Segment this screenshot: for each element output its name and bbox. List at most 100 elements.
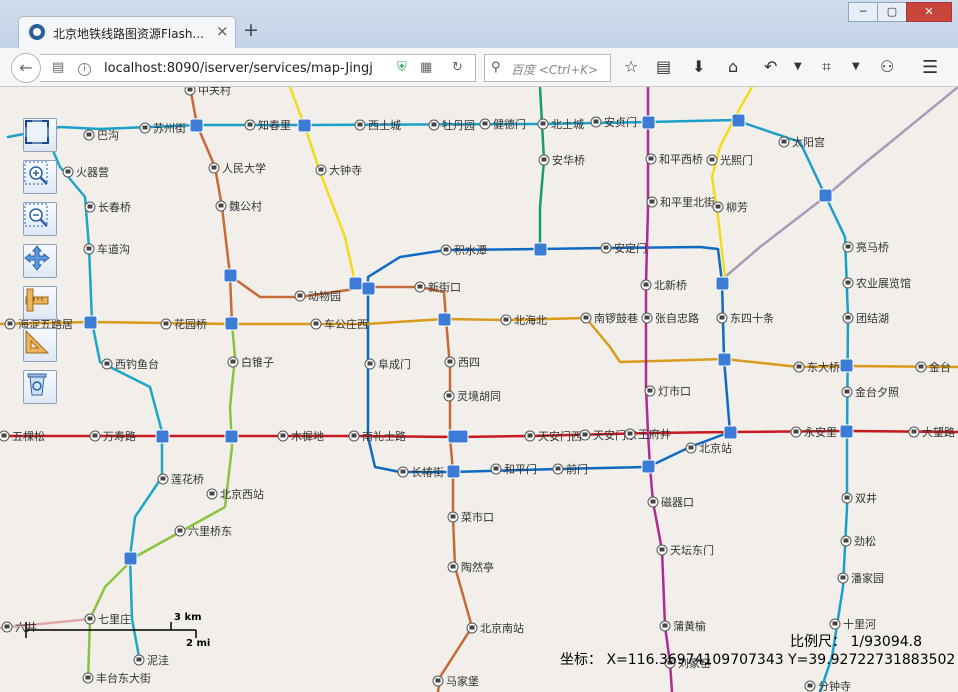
station[interactable]: 光熙门 [706, 153, 753, 167]
station[interactable]: 北海北 [500, 313, 547, 327]
tab-close-button[interactable]: × [216, 22, 229, 40]
station[interactable]: 莲花桥 [157, 473, 204, 486]
reading-list-icon[interactable]: ▤ [656, 57, 671, 76]
station[interactable]: 六井 [1, 620, 37, 634]
full-extent-button[interactable] [23, 118, 57, 152]
station[interactable]: 东大桥 [793, 360, 840, 374]
undo-dropdown-icon[interactable]: ▼ [794, 61, 802, 72]
station[interactable]: 知春里 [244, 118, 291, 132]
back-button[interactable]: ← [11, 53, 41, 83]
station[interactable]: 长春桥 [84, 201, 131, 214]
browser-tab[interactable]: 北京地铁线路图资源Flash... × [18, 16, 236, 48]
station[interactable]: 亮马桥 [842, 240, 889, 254]
station[interactable]: 六里桥东 [174, 525, 232, 538]
station[interactable]: 团结湖 [842, 312, 889, 325]
url-text[interactable]: localhost:8090/iserver/services/map-Jing… [104, 61, 374, 76]
info-icon[interactable]: i [78, 63, 91, 76]
maximize-button[interactable]: ▢ [877, 2, 907, 22]
station[interactable]: 健德门 [479, 117, 526, 131]
station[interactable]: 十里河 [829, 617, 876, 631]
qr-code-icon[interactable]: ▦ [420, 60, 432, 75]
station[interactable]: 灯市口 [644, 384, 691, 398]
station[interactable]: 大望路 [908, 425, 955, 439]
station[interactable]: 潘家园 [837, 571, 884, 585]
station[interactable]: 安定门 [600, 241, 647, 255]
extension-icon[interactable]: ⚇ [880, 57, 894, 76]
download-icon[interactable]: ⬇ [692, 57, 705, 76]
station[interactable]: 北京站 [685, 441, 732, 455]
menu-icon[interactable]: ☰ [922, 57, 938, 78]
station[interactable]: 北京南站 [466, 621, 524, 635]
station[interactable]: 七里庄 [84, 612, 131, 626]
station[interactable]: 人民大学 [208, 161, 266, 175]
crop-dropdown-icon[interactable]: ▼ [852, 61, 860, 72]
station[interactable]: 蒲黄榆 [659, 619, 706, 633]
search-box[interactable]: ⚲ 百度 <Ctrl+K> [484, 54, 611, 82]
station[interactable]: 积水潭 [440, 244, 487, 257]
station[interactable]: 和平西桥 [645, 153, 703, 166]
station[interactable]: 长椿街 [397, 465, 444, 479]
station[interactable]: 分钟寺 [804, 679, 851, 692]
station[interactable]: 安贞门 [590, 115, 637, 129]
station[interactable]: 新街口 [414, 280, 461, 294]
station[interactable]: 天安门西 [524, 429, 582, 443]
station[interactable]: 木樨地 [277, 429, 324, 443]
station[interactable]: 魏公村 [215, 199, 262, 213]
station[interactable]: 太阳宫 [778, 135, 825, 149]
shield-icon[interactable]: ⛨ [397, 60, 407, 75]
undo-icon[interactable]: ↶ [764, 57, 777, 76]
measure-distance-button[interactable] [23, 286, 57, 320]
reload-icon[interactable]: ↻ [452, 60, 463, 75]
station[interactable]: 花园桥 [160, 318, 207, 331]
station[interactable]: 阜成门 [364, 357, 411, 371]
station[interactable]: 火器营 [62, 165, 109, 179]
home-icon[interactable]: ⌂ [728, 57, 738, 76]
clear-button[interactable] [23, 370, 57, 404]
station[interactable]: 丰台东大街 [82, 671, 151, 685]
station[interactable]: 金台 [915, 360, 951, 374]
address-bar[interactable]: ▤ i localhost:8090/iserver/services/map-… [40, 54, 476, 82]
station[interactable]: 磁器口 [647, 496, 694, 509]
station[interactable]: 前门 [552, 462, 588, 476]
station[interactable]: 车公庄西 [310, 317, 368, 331]
station[interactable]: 五棵松 [0, 429, 45, 443]
station[interactable]: 大钟寺 [315, 163, 362, 177]
new-tab-button[interactable]: + [243, 19, 259, 41]
station[interactable]: 永安里 [790, 425, 837, 439]
station[interactable]: 北京西站 [206, 487, 264, 501]
station[interactable]: 北新桥 [640, 278, 687, 292]
station[interactable]: 安华桥 [538, 153, 585, 167]
pan-button[interactable] [23, 244, 57, 278]
close-window-button[interactable]: ✕ [906, 2, 952, 22]
station[interactable]: 万寿路 [89, 429, 136, 443]
map-view[interactable]: 中关村 巴沟 苏州街 知春里 西土城 牡丹园 健德门 北土城 安贞门 太阳宫 火器营 人民大学 大钟寺安… [0, 87, 958, 692]
station[interactable]: 灵境胡同 [443, 389, 501, 403]
station[interactable]: 王府井 [624, 427, 671, 441]
station[interactable]: 菜市口 [447, 510, 494, 524]
station[interactable]: 金台夕照 [841, 385, 899, 399]
bookmark-star-icon[interactable]: ☆ [624, 57, 638, 76]
station[interactable]: 马家堡 [432, 674, 479, 688]
station[interactable]: 和平门 [490, 462, 537, 476]
station[interactable]: 南礼士路 [348, 429, 406, 443]
minimize-button[interactable]: ─ [848, 2, 878, 22]
station[interactable]: 劲松 [840, 534, 876, 548]
subway-map[interactable]: 中关村巴沟苏州街 知春里 西土城 牡丹园 健德门 北土城 安贞门太阳宫火器营 人民大学 大钟寺安… [0, 87, 958, 692]
station[interactable]: 张自忠路 [641, 312, 699, 325]
station[interactable]: 泥洼 [133, 653, 169, 667]
station[interactable]: 天坛东门 [656, 543, 714, 557]
station[interactable]: 北土城 [537, 118, 584, 131]
station[interactable]: 和平里北街 [646, 195, 715, 209]
page-list-icon[interactable]: ▤ [52, 60, 64, 75]
station[interactable]: 西四 [444, 356, 480, 369]
station[interactable]: 西钓鱼台 [101, 357, 159, 371]
station[interactable]: 车道沟 [83, 242, 130, 256]
station[interactable]: 白锥子 [227, 355, 274, 369]
station[interactable]: 东四十条 [716, 311, 774, 325]
measure-area-button[interactable] [23, 328, 57, 362]
zoom-in-button[interactable] [23, 160, 57, 194]
station[interactable]: 西土城 [354, 119, 401, 132]
station[interactable]: 双井 [841, 491, 877, 505]
station[interactable]: 动物园 [294, 289, 341, 303]
station[interactable]: 苏州街 [139, 121, 186, 135]
